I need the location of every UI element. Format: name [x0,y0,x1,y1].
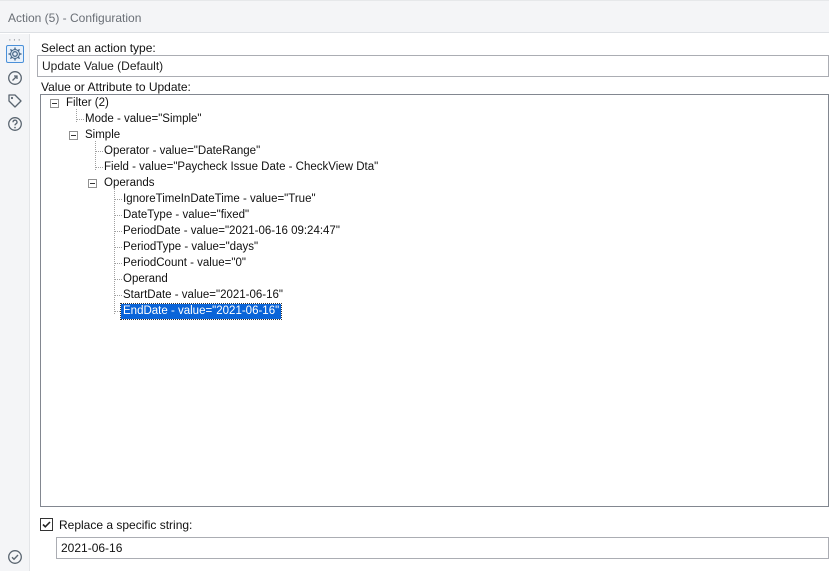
replace-string-input[interactable] [56,537,829,559]
tree-node-date-type[interactable]: DateType - value="fixed" [123,208,249,223]
tree-connector [96,151,103,152]
tree-connector [95,141,96,170]
tree-node-period-type[interactable]: PeriodType - value="days" [123,240,258,255]
tree-node-start-date[interactable]: StartDate - value="2021-06-16" [123,288,283,303]
tree-connector [115,247,122,248]
tree-node-end-date[interactable]: EndDate - value="2021-06-16" [119,303,283,320]
action-type-label: Select an action type: [41,41,156,55]
tag-icon[interactable] [6,92,24,110]
tree-connector [96,167,103,168]
sidebar: ··· [0,34,30,571]
check-circle-icon[interactable] [6,548,24,566]
replace-string-label: Replace a specific string: [59,518,193,532]
gear-icon[interactable] [6,45,24,63]
tree-connector [115,231,122,232]
tree-node-field[interactable]: Field - value="Paycheck Issue Date - Che… [104,160,378,175]
window-title: Action (5) - Configuration [8,11,142,25]
tree-node-mode[interactable]: Mode - value="Simple" [85,112,202,127]
tree-node-operands[interactable]: Operands [104,176,155,191]
help-icon[interactable] [6,115,24,133]
tree-node-operator[interactable]: Operator - value="DateRange" [104,144,260,159]
tree-connector [115,279,122,280]
collapse-simple-icon[interactable] [69,131,78,140]
collapse-filter-icon[interactable] [50,99,59,108]
value-attribute-label: Value or Attribute to Update: [41,80,191,94]
tree-node-operand[interactable]: Operand [123,272,168,287]
checkmark-icon [42,521,51,528]
replace-string-checkbox[interactable] [40,518,53,531]
tree-node-period-date[interactable]: PeriodDate - value="2021-06-16 09:24:47" [123,224,340,239]
attribute-tree[interactable]: Filter (2) Mode - value="Simple" Simple … [40,94,829,507]
tree-node-simple[interactable]: Simple [85,128,120,143]
tree-node-filter[interactable]: Filter (2) [66,96,109,111]
tree-connector [115,295,122,296]
tree-node-ignore-time[interactable]: IgnoreTimeInDateTime - value="True" [123,192,316,207]
action-type-select[interactable]: Update Value (Default) [37,55,829,77]
tree-connector [115,199,122,200]
tree-connector [115,263,122,264]
title-bar: Action (5) - Configuration [0,0,829,33]
tree-connector [115,215,122,216]
connection-icon[interactable] [6,69,24,87]
collapse-operands-icon[interactable] [88,179,97,188]
tree-connector [77,119,84,120]
action-type-value: Update Value (Default) [42,59,164,73]
tree-node-period-count[interactable]: PeriodCount - value="0" [123,256,246,271]
